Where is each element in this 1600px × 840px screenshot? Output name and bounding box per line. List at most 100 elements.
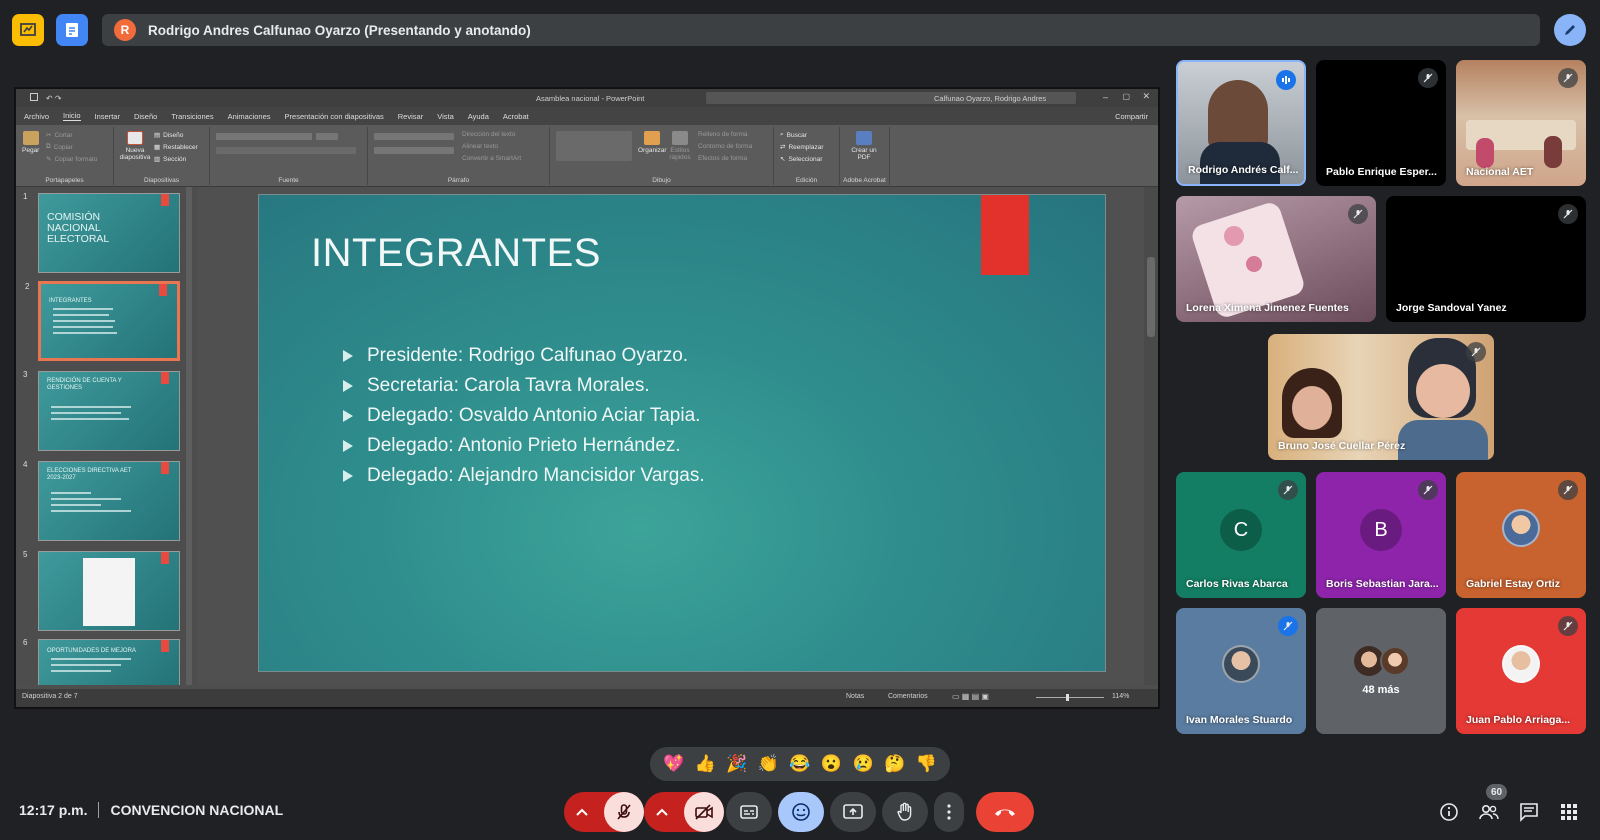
thumbnail-5[interactable]: 5 bbox=[23, 550, 180, 631]
tab-ayuda[interactable]: Ayuda bbox=[468, 112, 489, 121]
people-button[interactable] bbox=[1477, 800, 1501, 824]
format-painter-button[interactable]: ✎ Copiar formato bbox=[46, 155, 97, 164]
slide-scrollbar[interactable] bbox=[1144, 187, 1158, 685]
font-name-field[interactable] bbox=[216, 133, 312, 140]
participant-tile[interactable]: B Boris Sebastian Jara... bbox=[1316, 472, 1446, 598]
reaction-laugh[interactable]: 😂 bbox=[786, 754, 814, 774]
thumbnail-1[interactable]: 1 COMISIÓN NACIONAL ELECTORAL bbox=[23, 192, 180, 273]
meet-activities-icon[interactable] bbox=[12, 14, 44, 46]
mic-toggle-button[interactable] bbox=[604, 792, 644, 832]
participant-tile[interactable]: Gabriel Estay Ortiz bbox=[1456, 472, 1586, 598]
shape-effects-button[interactable]: Efectos de forma bbox=[698, 155, 747, 162]
participant-tile[interactable]: Ivan Morales Stuardo bbox=[1176, 608, 1306, 734]
zoom-thumb[interactable] bbox=[1066, 694, 1069, 701]
mic-options-button[interactable] bbox=[564, 792, 600, 832]
reaction-thinking[interactable]: 🤔 bbox=[881, 754, 909, 774]
participant-tile[interactable]: Lorena Ximena Jimenez Fuentes bbox=[1176, 196, 1376, 322]
tab-acrobat[interactable]: Acrobat bbox=[503, 112, 529, 121]
participant-tile[interactable]: Pablo Enrique Esper... bbox=[1316, 60, 1446, 186]
shapes-gallery[interactable] bbox=[556, 131, 632, 161]
align-buttons[interactable] bbox=[374, 147, 454, 154]
notes-app-icon[interactable] bbox=[56, 14, 88, 46]
reaction-sad[interactable]: 😢 bbox=[849, 754, 877, 774]
view-buttons[interactable]: ▭ ▦ ▤ ▣ bbox=[952, 692, 989, 701]
quick-styles-button[interactable]: Estilos rápidos bbox=[668, 131, 692, 161]
tab-animaciones[interactable]: Animaciones bbox=[228, 112, 271, 121]
thumbnail-4[interactable]: 4 ELECCIONES DIRECTIVA AET 2023-2027 bbox=[23, 460, 180, 541]
participant-tile[interactable]: Nacional AET bbox=[1456, 60, 1586, 186]
layout-button[interactable]: ▤ Diseño bbox=[154, 131, 183, 140]
minimize-icon[interactable]: – bbox=[1103, 92, 1108, 102]
reaction-heart[interactable]: 💖 bbox=[660, 754, 688, 774]
font-format-buttons[interactable] bbox=[216, 147, 356, 154]
section-button[interactable]: ▥ Sección bbox=[154, 155, 186, 164]
new-slide-icon bbox=[127, 131, 143, 145]
reaction-thumbs-up[interactable]: 👍 bbox=[691, 754, 719, 774]
annotate-pen-button[interactable] bbox=[1554, 14, 1586, 46]
activities-button[interactable] bbox=[1557, 800, 1581, 824]
tab-insertar[interactable]: Insertar bbox=[95, 112, 120, 121]
participant-tile[interactable]: Bruno José Cuellar Pérez bbox=[1268, 334, 1494, 460]
chat-button[interactable] bbox=[1517, 800, 1541, 824]
align-text-button[interactable]: Alinear texto bbox=[462, 143, 498, 150]
maximize-icon[interactable]: ▢ bbox=[1122, 92, 1130, 101]
thumbnail-6[interactable]: 6 OPORTUNIDADES DE MEJORA bbox=[23, 638, 180, 685]
captions-button[interactable] bbox=[726, 792, 772, 832]
tab-diseno[interactable]: Diseño bbox=[134, 112, 157, 121]
undo-icon[interactable]: ↶ ↷ bbox=[46, 94, 62, 103]
meeting-details-button[interactable] bbox=[1437, 800, 1461, 824]
shape-outline-button[interactable]: Contorno de forma bbox=[698, 143, 752, 150]
participant-tile[interactable]: C Carlos Rivas Abarca bbox=[1176, 472, 1306, 598]
replace-button[interactable]: ⇄ Reemplazar bbox=[780, 143, 824, 152]
save-icon[interactable] bbox=[30, 93, 38, 101]
select-button[interactable]: ↖ Seleccionar bbox=[780, 155, 822, 164]
tab-vista[interactable]: Vista bbox=[437, 112, 454, 121]
mic-control bbox=[564, 792, 644, 832]
thumbnail-2[interactable]: 2 INTEGRANTES bbox=[25, 281, 180, 361]
notes-button[interactable]: Notas bbox=[846, 693, 864, 700]
raise-hand-button[interactable] bbox=[882, 792, 928, 832]
tab-archivo[interactable]: Archivo bbox=[24, 112, 49, 121]
create-pdf-button[interactable]: Crear un PDF bbox=[850, 131, 878, 161]
tab-presentacion[interactable]: Presentación con diapositivas bbox=[285, 112, 384, 121]
text-direction-button[interactable]: Dirección del texto bbox=[462, 131, 515, 138]
zoom-slider[interactable] bbox=[1036, 697, 1104, 698]
share-button[interactable]: Compartir bbox=[1115, 112, 1148, 121]
camera-toggle-button[interactable] bbox=[684, 792, 724, 832]
camera-options-button[interactable] bbox=[644, 792, 680, 832]
comments-button[interactable]: Comentarios bbox=[888, 693, 928, 700]
list-buttons[interactable] bbox=[374, 133, 454, 140]
current-slide[interactable]: INTEGRANTES Presidente: Rodrigo Calfunao… bbox=[258, 194, 1106, 672]
more-options-button[interactable] bbox=[934, 792, 964, 832]
reset-button[interactable]: ▦ Restablecer bbox=[154, 143, 198, 152]
arrange-button[interactable]: Organizar bbox=[638, 131, 667, 154]
cursor-icon: ↖ bbox=[780, 156, 786, 163]
present-button[interactable] bbox=[830, 792, 876, 832]
tab-transiciones[interactable]: Transiciones bbox=[171, 112, 213, 121]
thumbnail-3[interactable]: 3 RENDICIÓN DE CUENTA Y GESTIONES bbox=[23, 370, 180, 451]
reaction-clap[interactable]: 👏 bbox=[754, 754, 782, 774]
tab-revisar[interactable]: Revisar bbox=[398, 112, 423, 121]
font-size-field[interactable] bbox=[316, 133, 338, 140]
participant-tile[interactable]: Juan Pablo Arriaga... bbox=[1456, 608, 1586, 734]
thumbnail-scrollbar[interactable] bbox=[186, 187, 192, 685]
tab-inicio[interactable]: Inicio bbox=[63, 111, 81, 121]
pdf-icon bbox=[856, 131, 872, 145]
new-slide-button[interactable]: Nueva diapositiva bbox=[120, 131, 150, 161]
participant-tile[interactable]: Jorge Sandoval Yanez bbox=[1386, 196, 1586, 322]
more-participants-tile[interactable]: 48 más bbox=[1316, 608, 1446, 734]
close-icon[interactable]: ✕ bbox=[1142, 91, 1150, 102]
smartart-button[interactable]: Convertir a SmartArt bbox=[462, 155, 521, 162]
reactions-button[interactable] bbox=[778, 792, 824, 832]
copy-button[interactable]: ⧉ Copiar bbox=[46, 143, 73, 151]
leave-call-button[interactable] bbox=[976, 792, 1034, 832]
participant-tile[interactable]: Rodrigo Andrés Calf... bbox=[1176, 60, 1306, 186]
cut-button[interactable]: ✂ Cortar bbox=[46, 131, 73, 140]
reaction-thumbs-down[interactable]: 👎 bbox=[912, 754, 940, 774]
find-button[interactable]: ⌕ Buscar bbox=[780, 131, 807, 139]
chevron-up-icon bbox=[656, 808, 668, 816]
shape-fill-button[interactable]: Relleno de forma bbox=[698, 131, 748, 138]
reaction-party[interactable]: 🎉 bbox=[723, 754, 751, 774]
reaction-surprised[interactable]: 😮 bbox=[818, 754, 846, 774]
paste-button[interactable]: Pegar bbox=[22, 131, 39, 154]
